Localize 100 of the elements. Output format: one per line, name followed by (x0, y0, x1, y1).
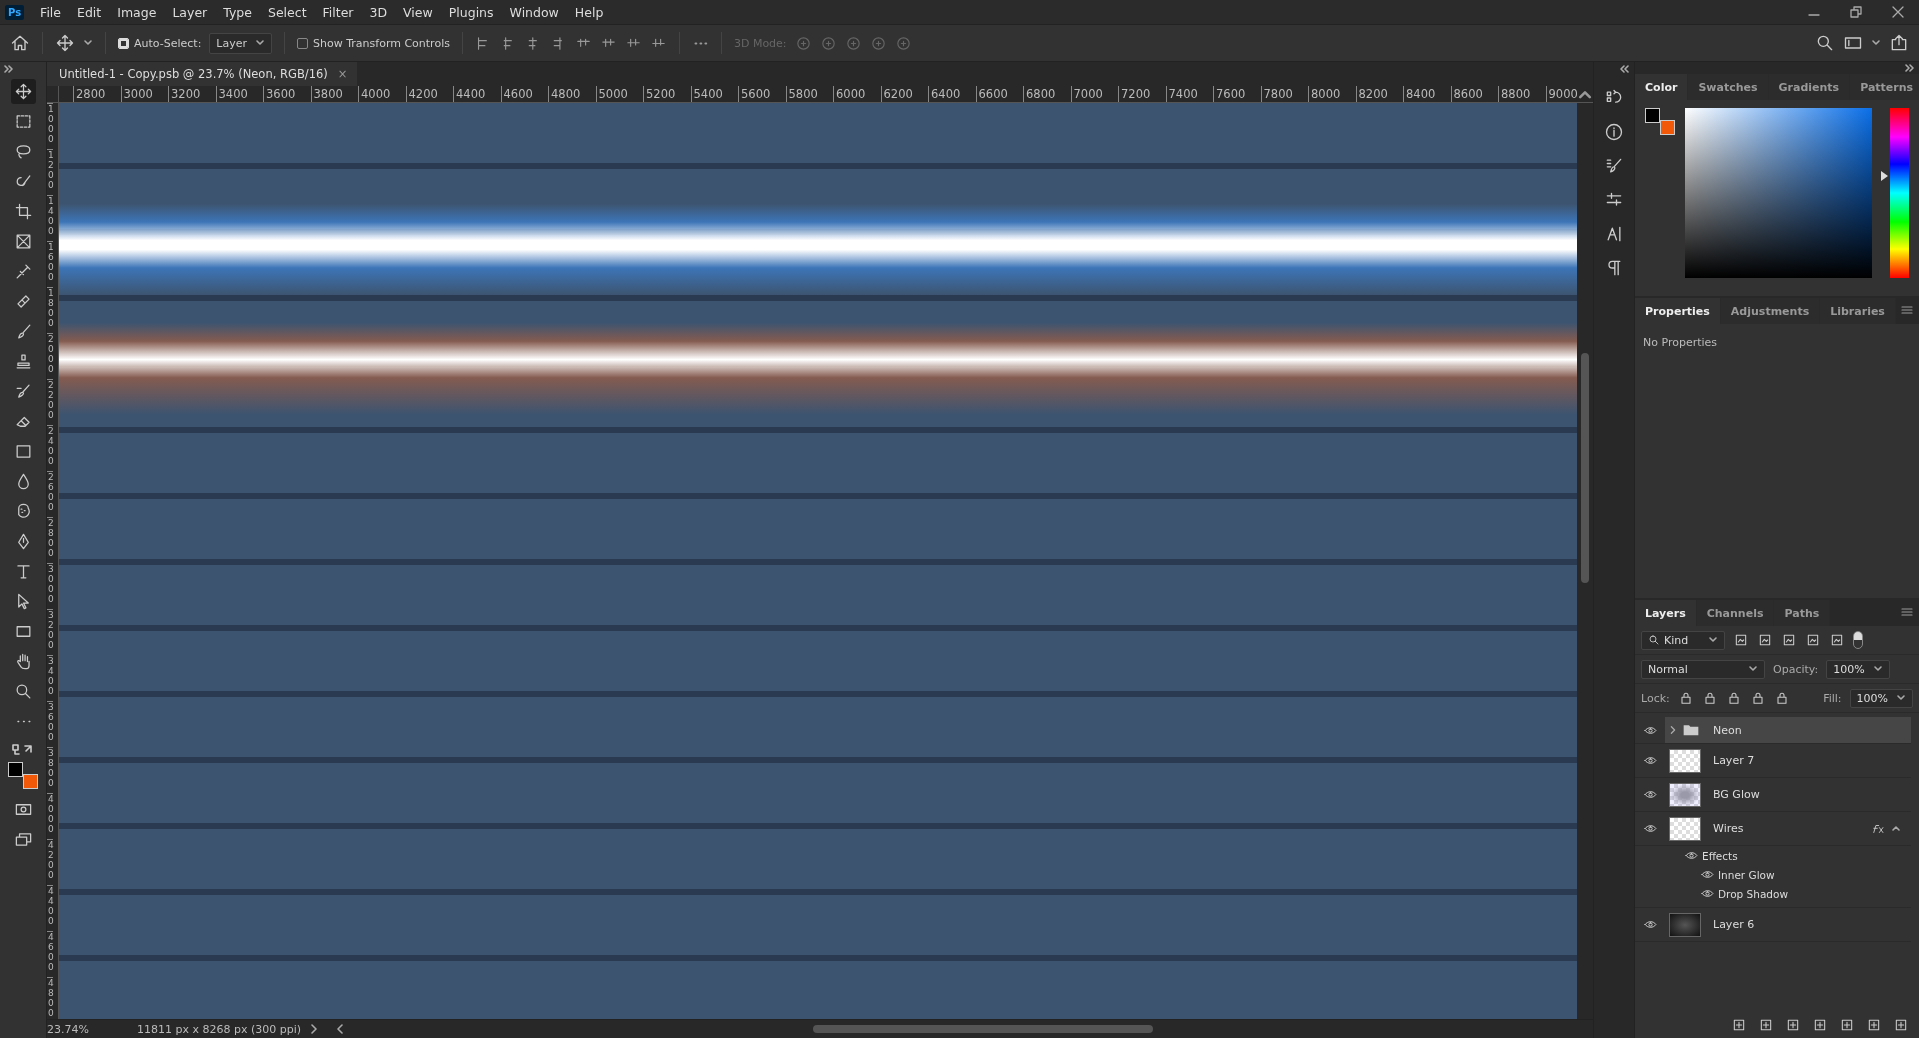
panel-tab[interactable]: Channels (1696, 600, 1775, 626)
auto-select-checkbox[interactable]: Auto-Select: (118, 36, 202, 50)
ruler-label: 2600 (47, 471, 53, 517)
effects-label: Effects (1702, 849, 1738, 862)
layer-thumbnail (1669, 912, 1701, 937)
caret-icon[interactable] (83, 38, 93, 48)
image-filter-icon[interactable] (1733, 632, 1749, 648)
move-icon[interactable] (55, 33, 75, 53)
effect-name[interactable]: Drop Shadow (1718, 887, 1789, 900)
menu-item[interactable]: File (32, 4, 70, 20)
panel-tab[interactable]: Gradients (1768, 74, 1851, 100)
panel-tab[interactable]: Libraries (1820, 298, 1896, 324)
panel-tab[interactable]: Swatches (1688, 74, 1769, 100)
menu-item[interactable]: Select (260, 4, 315, 20)
layer-name: BG Glow (1713, 788, 1760, 801)
color-field[interactable] (1685, 108, 1872, 278)
swap-colors-icon[interactable] (11, 743, 35, 757)
eye-icon[interactable] (1643, 756, 1657, 765)
ruler-label: 3800 (47, 747, 53, 793)
ruler-label: 6800 (1023, 86, 1071, 102)
menu-icon[interactable] (1901, 608, 1913, 618)
fill-field[interactable]: 100% (1849, 688, 1913, 708)
ruler-label: 3400 (47, 655, 53, 701)
filter-toggle[interactable] (1853, 631, 1863, 649)
layer-row[interactable]: Neon (1635, 717, 1911, 744)
panel-tab[interactable]: Paths (1774, 600, 1831, 626)
menu-item[interactable]: Help (566, 4, 612, 20)
ruler-label: 1000 (47, 103, 53, 149)
ruler-label: 8600 (1450, 86, 1498, 102)
ruler-label: 2800 (73, 86, 121, 102)
menu-icon[interactable] (1901, 306, 1913, 316)
ruler-label: 6200 (880, 86, 928, 102)
ruler-label: 8400 (1403, 86, 1451, 102)
new-layer-icon[interactable] (1866, 1017, 1882, 1033)
ruler-label: 4600 (47, 931, 53, 977)
caret-icon (255, 38, 266, 48)
menu-item[interactable]: View (395, 4, 441, 20)
layer-thumbnail (1669, 816, 1701, 841)
blend-mode-dropdown[interactable]: Normal (1641, 659, 1765, 679)
panel-tab[interactable]: Adjustments (1720, 298, 1821, 324)
hue-slider-thumb[interactable] (1881, 171, 1888, 181)
layer-row[interactable]: Layer 6 (1635, 908, 1911, 942)
expand-icon[interactable] (4, 64, 14, 74)
scrollbar-thumb[interactable] (1581, 353, 1589, 583)
expand-icon[interactable] (1905, 63, 1915, 73)
ruler-label: 2800 (47, 517, 53, 563)
ruler-label: 8000 (1308, 86, 1356, 102)
filter-dropdown[interactable]: Kind (1641, 630, 1725, 650)
effect-name[interactable]: Inner Glow (1718, 868, 1775, 881)
eye-icon[interactable] (1685, 851, 1698, 860)
foreground-color-swatch[interactable] (8, 762, 23, 777)
search-icon[interactable] (1815, 33, 1835, 53)
chevron-icon[interactable] (1669, 726, 1677, 734)
eye-icon[interactable] (1643, 725, 1657, 735)
background-color-swatch[interactable] (23, 774, 38, 789)
menu-item[interactable]: Image (109, 4, 165, 20)
foreground-color-swatch[interactable] (1645, 108, 1660, 123)
share-icon[interactable] (1889, 33, 1909, 53)
layer-name: Layer 7 (1713, 754, 1755, 767)
layer-row[interactable]: Wires (1635, 812, 1911, 846)
ruler-label: 5600 (738, 86, 786, 102)
caret-icon[interactable] (1871, 38, 1881, 48)
menu-item[interactable]: Plugins (440, 4, 502, 20)
eye-icon[interactable] (1643, 920, 1657, 929)
caret-icon (1872, 664, 1883, 674)
document-tab[interactable]: Untitled-1 - Copy.psb @ 23.7% (Neon, RGB/16) × (47, 62, 358, 86)
home-icon[interactable] (10, 33, 30, 53)
panel-tab[interactable]: Color (1635, 74, 1689, 100)
ruler-label: 4000 (358, 86, 406, 102)
panel-tab[interactable]: Patterns (1850, 74, 1919, 100)
transform-controls-checkbox[interactable]: Show Transform Controls (297, 36, 450, 50)
menu-item[interactable]: Layer (164, 4, 216, 20)
ruler-label: 1400 (47, 195, 53, 241)
target-dropdown[interactable]: Layer (209, 32, 273, 54)
layer-row[interactable]: Layer 7 (1635, 744, 1911, 778)
scrollbar-thumb[interactable] (813, 1025, 1154, 1033)
menu-item[interactable]: Type (215, 4, 260, 20)
background-color-swatch[interactable] (1660, 120, 1675, 135)
menu-item[interactable]: Edit (69, 4, 110, 20)
eye-icon[interactable] (1643, 824, 1657, 833)
info-icon[interactable] (1604, 122, 1624, 142)
eye-icon[interactable] (1701, 870, 1714, 879)
opacity-field[interactable]: 100% (1826, 659, 1890, 679)
menu-item[interactable]: Window (501, 4, 567, 20)
move-icon[interactable] (10, 79, 36, 104)
panel-tab[interactable]: Layers (1635, 600, 1697, 626)
ruler-label: 3600 (263, 86, 311, 102)
panel-tab[interactable]: Properties (1635, 298, 1721, 324)
ruler-label: 3200 (47, 609, 53, 655)
layer-row[interactable]: BG Glow (1635, 778, 1911, 812)
app-logo: Ps (5, 4, 25, 20)
zoom-level: 23.74% (47, 1022, 90, 1036)
menu-item[interactable]: 3D (361, 4, 396, 20)
ruler-label: 7400 (1165, 86, 1213, 102)
properties-message: No Properties (1642, 335, 1719, 351)
collapse-icon[interactable] (1620, 64, 1630, 74)
menu-item[interactable]: Filter (314, 4, 362, 20)
eye-icon[interactable] (1643, 790, 1657, 799)
eye-icon[interactable] (1701, 889, 1714, 898)
collapse-effects-icon[interactable] (1891, 823, 1901, 834)
